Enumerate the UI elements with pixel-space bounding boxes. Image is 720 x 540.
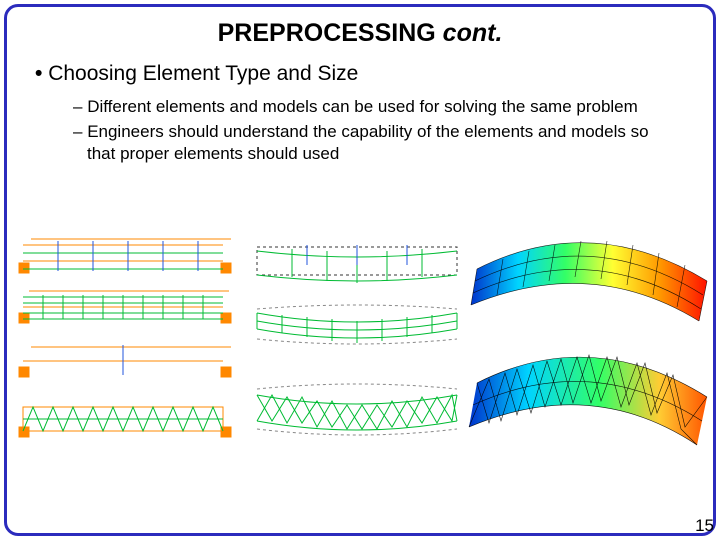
bullet-level1: Choosing Element Type and Size [35, 62, 695, 86]
right-column-contours [469, 241, 707, 445]
left-column-models [19, 239, 231, 437]
sub2-text: Engineers should understand the capabili… [87, 122, 649, 162]
title-main: PREPROCESSING [218, 19, 443, 47]
figure-area [7, 235, 713, 487]
slide-frame: PREPROCESSING cont. Choosing Element Typ… [4, 4, 716, 536]
bullet-level2: Engineers should understand the capabili… [73, 121, 663, 164]
middle-column-models [257, 245, 457, 435]
slide-title: PREPROCESSING cont. [25, 19, 695, 48]
sub1-text: Different elements and models can be use… [87, 97, 638, 116]
bullet-level2: Different elements and models can be use… [73, 96, 663, 117]
page-number: 15 [695, 516, 714, 536]
fem-diagrams [7, 235, 719, 487]
bullet1-text: Choosing Element Type and Size [48, 62, 358, 85]
title-cont: cont. [443, 19, 503, 47]
